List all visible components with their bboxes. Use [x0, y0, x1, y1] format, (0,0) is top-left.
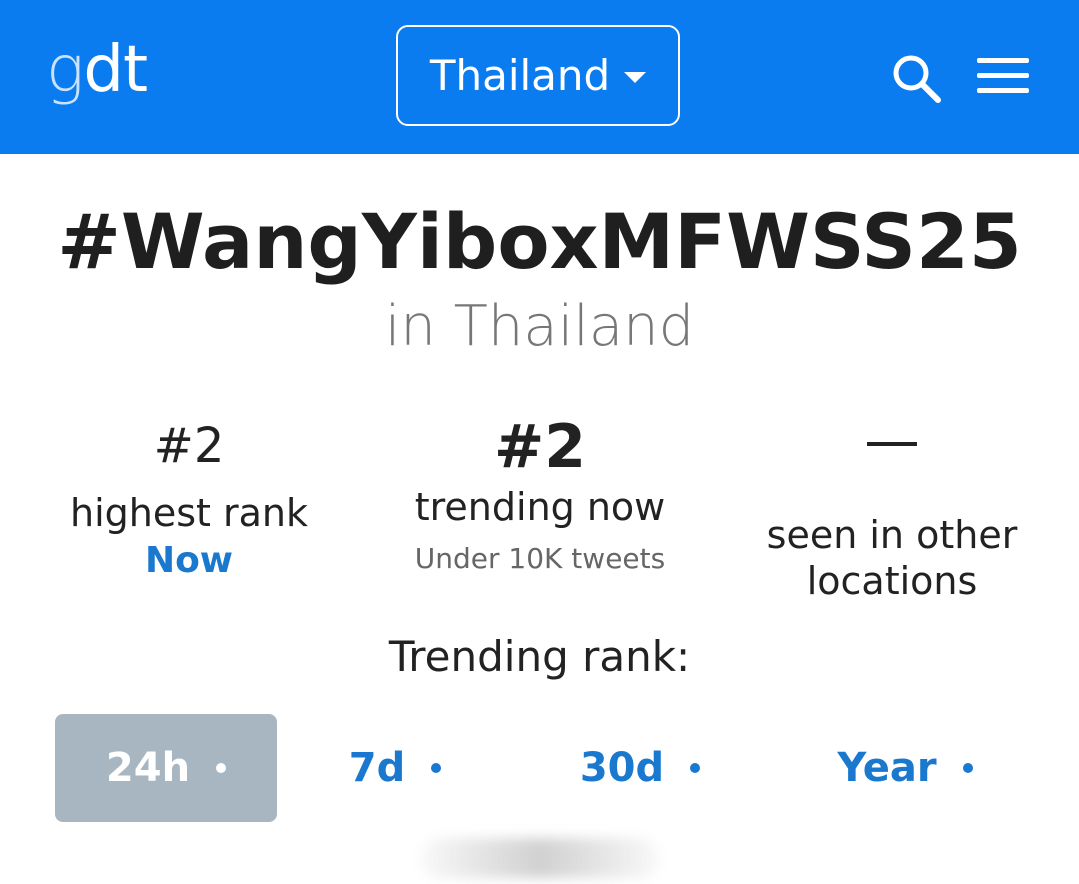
other-locations-label-line2: locations [806, 559, 978, 604]
dot-icon [431, 763, 442, 773]
tab-7d-label: 7d [348, 745, 406, 791]
stat-other-locations: — seen in other locations [722, 420, 1062, 605]
blurred-content [420, 838, 660, 878]
highest-rank-value: #2 [153, 418, 225, 474]
trending-now-value: #2 [493, 412, 587, 482]
logo-letter-g: g [46, 33, 84, 107]
tab-30d[interactable]: 30d [540, 714, 740, 822]
country-select-button[interactable]: Thailand [396, 25, 680, 126]
other-locations-value: — [722, 442, 1062, 500]
search-icon[interactable] [890, 52, 942, 104]
highest-rank-time-link[interactable]: Now [19, 540, 359, 581]
tab-7d[interactable]: 7d [300, 714, 490, 822]
trending-now-label: trending now [414, 485, 666, 529]
tab-24h-label: 24h [105, 745, 191, 791]
dot-icon [216, 763, 227, 773]
tab-24h[interactable]: 24h [55, 714, 277, 822]
dot-icon [962, 763, 973, 773]
chevron-down-icon [624, 72, 647, 83]
trend-location: in Thailand [384, 294, 695, 359]
top-navigation-bar: gdt Thailand [0, 0, 1079, 154]
tab-year-label: Year [837, 745, 937, 791]
highest-rank-label: highest rank [69, 491, 308, 535]
stat-trending-now: #2 trending now Under 10K tweets [370, 414, 710, 576]
tab-30d-label: 30d [579, 745, 665, 791]
dot-icon [690, 763, 701, 773]
trending-rank-heading: Trending rank: [388, 632, 691, 681]
stat-highest-rank: #2 highest rank Now [19, 418, 359, 582]
logo-letters-dt: dt [83, 33, 148, 107]
dash-icon [867, 442, 917, 446]
country-select-label: Thailand [429, 51, 611, 100]
other-locations-label-line1: seen in other [766, 513, 1018, 557]
trend-title: #WangYiboxMFWSS25 [57, 197, 1022, 286]
tweet-volume: Under 10K tweets [414, 542, 666, 576]
tab-year[interactable]: Year [800, 714, 1010, 822]
menu-icon[interactable] [977, 56, 1029, 96]
site-logo[interactable]: gdt [46, 38, 148, 102]
other-locations-label: seen in other locations [722, 512, 1062, 605]
